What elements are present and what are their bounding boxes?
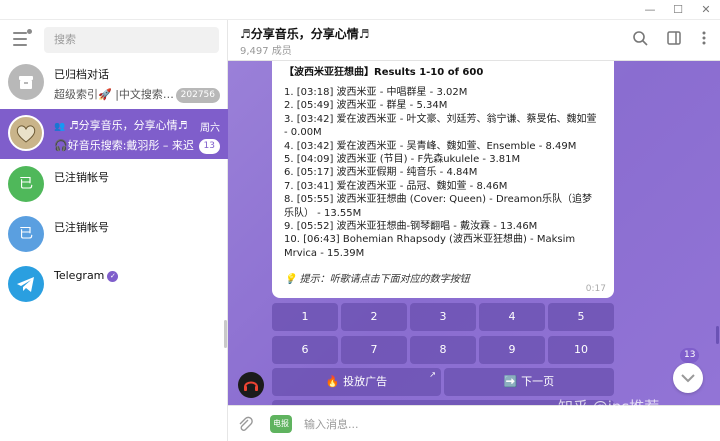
member-count: 9,497 成员 — [240, 46, 292, 57]
result-line-6: 6. [05:17] 波西米亚假期 - 纯音乐 - 4.84M — [284, 167, 478, 179]
chat-title-text: ♬分享音乐，分享心情♬ — [68, 119, 188, 132]
group-avatar — [8, 115, 44, 151]
more-options-icon[interactable] — [694, 30, 714, 50]
chat-preview: 🎧好音乐搜索:戴羽彤 – 来迟… — [54, 139, 194, 152]
message-scrollbar[interactable] — [716, 326, 719, 344]
chat-preview: 超级索引🚀 |中文搜索… — [54, 88, 174, 101]
result-line-3: 3. [03:42] 爱在波西米亚 - 叶文豪、刘廷芳、翁宁谦、蔡旻佑、魏如萱 … — [284, 113, 597, 139]
advertise-button[interactable]: 🔥 投放广告 ↗ — [272, 368, 441, 396]
chat-header: ♬分享音乐，分享心情♬ 9,497 成员 — [228, 20, 720, 61]
chat-title: 已注销帐号 — [54, 221, 109, 234]
result-line-2: 2. [05:49] 波西米亚 - 群星 - 5.34M — [284, 100, 448, 112]
window-titlebar: — ☐ ✕ — [0, 0, 720, 20]
watermark: 知乎 @ins推荐 — [558, 398, 660, 416]
telegram-icon — [8, 266, 44, 302]
result-button-7[interactable]: 7 — [341, 336, 407, 364]
chat-date: 周六 — [200, 123, 220, 134]
chat-item-deleted-account-2[interactable]: 已 已注销帐号 — [0, 210, 228, 260]
notification-dot — [27, 29, 32, 34]
avatar: 已 — [8, 216, 44, 252]
result-button-3[interactable]: 3 — [410, 303, 476, 331]
unread-badge: 13 — [198, 139, 220, 154]
hamburger-menu-icon[interactable] — [13, 32, 31, 46]
chat-item-archived[interactable]: 已归档对话 超级索引🚀 |中文搜索… 202756 — [0, 58, 228, 108]
archive-icon — [8, 64, 44, 100]
close-button[interactable]: ✕ — [692, 0, 720, 20]
bot-avatar[interactable] — [238, 372, 264, 398]
verified-icon: ✓ — [107, 270, 119, 282]
chat-item-deleted-account-1[interactable]: 已 已注销帐号 — [0, 160, 228, 210]
chat-title-text: Telegram — [54, 269, 105, 282]
result-button-10[interactable]: 10 — [548, 336, 614, 364]
scroll-down-button[interactable] — [673, 363, 703, 393]
bot-menu-button[interactable]: 电报 — [270, 415, 292, 433]
sidebar-toggle-icon[interactable] — [664, 30, 684, 50]
advertise-label: 🔥 投放广告 — [325, 375, 388, 388]
next-page-button[interactable]: ➡️ 下一页 — [444, 368, 614, 396]
search-icon[interactable] — [630, 30, 650, 50]
result-line-5: 5. [04:09] 波西米亚 (节目) - F先森ukulele - 3.81… — [284, 154, 521, 166]
result-button-4[interactable]: 4 — [479, 303, 545, 331]
result-line-1: 1. [03:18] 波西米亚 - 中唱群星 - 3.02M — [284, 87, 468, 98]
unread-count-badge: 13 — [680, 348, 700, 363]
chat-list-scrollbar[interactable] — [224, 320, 227, 348]
result-line-9: 9. [05:52] 波西米亚狂想曲-钢琴翻唱 - 戴汝霖 - 13.46M — [284, 221, 538, 233]
result-line-7: 7. [03:41] 爱在波西米亚 - 品冠、魏如萱 - 8.46M — [284, 180, 508, 192]
result-button-1[interactable]: 1 — [272, 303, 338, 331]
unread-badge: 202756 — [175, 88, 220, 103]
chat-title: 已归档对话 — [54, 68, 109, 81]
message-heading: 【波西米亚狂想曲】Results 1-10 of 600 — [284, 67, 484, 76]
chat-list-panel: 搜索 已归档对话 超级索引🚀 |中文搜索… 202756 👥 ♬分享音乐，分享心… — [0, 20, 228, 441]
chat-title: 已注销帐号 — [54, 171, 109, 184]
group-icon: 👥 — [54, 122, 66, 132]
chat-title: 👥 ♬分享音乐，分享心情♬ — [54, 117, 187, 133]
avatar: 已 — [8, 166, 44, 202]
message-hint: 💡 提示：听歌请点击下面对应的数字按钮 — [284, 274, 470, 286]
channel-title[interactable]: ♬分享音乐，分享心情♬ — [240, 25, 370, 42]
message-time: 0:17 — [585, 284, 606, 294]
result-button-5[interactable]: 5 — [548, 303, 614, 331]
attach-icon[interactable] — [236, 415, 254, 433]
result-line-10: 10. [06:43] Bohemian Rhapsody (波西米亚狂想曲) … — [284, 234, 576, 259]
result-button-9[interactable]: 9 — [479, 336, 545, 364]
message-area: 【波西米亚狂想曲】Results 1-10 of 600 1. [03:18] … — [228, 61, 720, 405]
message-input[interactable]: 输入消息... — [304, 416, 359, 432]
maximize-button[interactable]: ☐ — [664, 0, 692, 20]
chat-item-music-group[interactable]: 👥 ♬分享音乐，分享心情♬ 🎧好音乐搜索:戴羽彤 – 来迟… 周六 13 — [0, 109, 228, 159]
result-button-2[interactable]: 2 — [341, 303, 407, 331]
minimize-button[interactable]: — — [636, 0, 664, 20]
result-button-8[interactable]: 8 — [410, 336, 476, 364]
search-results-message: 【波西米亚狂想曲】Results 1-10 of 600 1. [03:18] … — [272, 61, 614, 298]
result-line-8: 8. [05:55] 波西米亚狂想曲 (Cover: Queen) - Drea… — [284, 194, 593, 219]
result-line-4: 4. [03:42] 爱在波西米亚 - 吴青峰、魏如萱、Ensemble - 8… — [284, 140, 577, 152]
chat-title: Telegram ✓ — [54, 269, 119, 282]
external-link-icon: ↗ — [429, 370, 436, 379]
chevron-down-icon — [681, 374, 695, 383]
search-input[interactable]: 搜索 — [44, 27, 219, 53]
chat-item-telegram[interactable]: Telegram ✓ — [0, 260, 228, 310]
result-button-6[interactable]: 6 — [272, 336, 338, 364]
